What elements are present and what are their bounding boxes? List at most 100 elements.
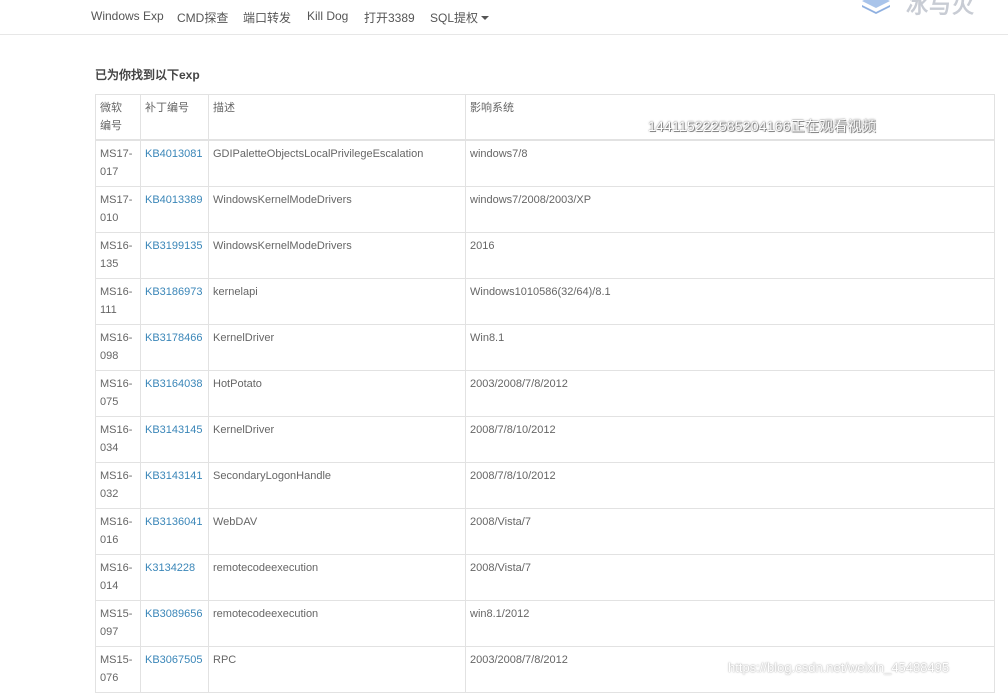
affected-systems-cell: Windows1010586(32/64)/8.1 — [465, 278, 995, 325]
description-cell: WindowsKernelModeDrivers — [208, 232, 466, 279]
ms-bulletin-cell: MS16-111MS16-111 — [95, 278, 141, 325]
ms-bulletin-cell: MS15-097MS15-097 — [95, 600, 141, 647]
description-cell: remotecodeexecution — [208, 554, 466, 601]
description-cell: HotPotato — [208, 370, 466, 417]
ms-bulletin-cell: MS16-014MS16-014 — [95, 554, 141, 601]
kb-patch-link[interactable]: KB3143141 — [145, 470, 203, 482]
table-row: MS16-111MS16-111KB3186973kernelapiWindow… — [95, 278, 995, 325]
ms-bulletin-cell: MS16-075MS16-075 — [95, 370, 141, 417]
kb-patch-link[interactable]: KB3199135 — [145, 240, 203, 252]
ms-bulletin-cell: MS17-017MS17-017 — [95, 139, 141, 187]
table-body: MS17-017MS17-017KB4013081GDIPaletteObjec… — [95, 139, 995, 693]
affected-systems-cell: 2016 — [465, 232, 995, 279]
description-cell: KernelDriver — [208, 416, 466, 463]
ms-bulletin-cell: MS15-076MS15-076 — [95, 646, 141, 693]
kb-cell: KB3199135 — [140, 232, 209, 279]
ms-bulletin-line: MS16- — [100, 378, 133, 390]
description-cell: kernelapi — [208, 278, 466, 325]
ms-bulletin-line: 014 — [100, 580, 119, 592]
affected-systems-cell: windows7/2008/2003/XP — [465, 186, 995, 233]
affected-systems-cell: 2008/7/8/10/2012 — [465, 416, 995, 463]
table-row: MS16-016MS16-016 KB3136041 WebDAV2008/Vist… — [95, 508, 995, 555]
kb-patch-link[interactable]: KB3067505 — [145, 654, 203, 666]
ms-bulletin-line: MS17- — [100, 148, 133, 160]
table-row: MS16-135MS16-135 KB3199135 WindowsKernelMo… — [95, 232, 995, 279]
kb-cell: KB3186973 — [140, 278, 209, 325]
header-patch-number: 补丁编号 — [140, 94, 209, 141]
ms-bulletin-line: 010 — [100, 212, 119, 224]
ms-bulletin-line: MS15- — [100, 654, 133, 666]
table-row: MS17-017MS17-017KB4013081GDIPaletteObjec… — [95, 139, 995, 187]
ms-bulletin-line: 034 — [100, 442, 119, 454]
ms-bulletin-line: MS15- — [100, 608, 133, 620]
ms-bulletin-line: MS16- — [100, 562, 133, 574]
kb-patch-link[interactable]: KB3136041 — [145, 516, 203, 528]
ms-bulletin-line: 097 — [100, 626, 119, 638]
exp-results-table: 微软编号 补丁编号 描述 影响系统 MS17-017MS17-017KB4013… — [95, 94, 995, 693]
viewer-watermark: 144115222585204166正在观看视频 — [648, 118, 876, 134]
ms-bulletin-cell: MS16-032MS16-032 — [95, 462, 141, 509]
nav-sql-label: SQL提权 — [430, 11, 479, 25]
kb-cell: KB3143145 — [140, 416, 209, 463]
ms-bulletin-line: MS16- — [100, 240, 133, 252]
kb-patch-link[interactable]: KB4013389 — [145, 194, 203, 206]
ms-bulletin-line: 111 — [100, 304, 117, 316]
nav-open-3389[interactable]: 打开3389 — [364, 9, 415, 26]
header-ms-line: 微软 — [100, 102, 122, 114]
ms-bulletin-cell: MS16-034MS16-034 — [95, 416, 141, 463]
kb-patch-link[interactable]: KB4013081 — [145, 148, 203, 160]
kb-cell: KB3089656 — [140, 600, 209, 647]
ms-bulletin-line: MS16- — [100, 470, 133, 482]
ms-bulletin-line: MS16- — [100, 286, 133, 298]
affected-systems-cell: windows7/8 — [465, 139, 995, 187]
results-heading: 已为你找到以下exp — [95, 68, 200, 82]
kb-cell: KB4013081 — [140, 139, 209, 187]
brand-logo-text: 冰与火 — [906, 0, 976, 18]
description-cell: RPC — [208, 646, 466, 693]
ms-bulletin-line: 075 — [100, 396, 119, 408]
table-row: MS15-097MS15-097KB3089656remotecodeexecu… — [95, 600, 995, 647]
description-cell: SecondaryLogonHandle — [208, 462, 466, 509]
affected-systems-cell: 2003/2008/7/8/2012 — [465, 370, 995, 417]
kb-patch-link[interactable]: KB3186973 — [145, 286, 203, 298]
description-cell: WindowsKernelModeDrivers — [208, 186, 466, 233]
nav-cmd-probe[interactable]: CMD探查 — [177, 9, 228, 26]
description-cell: GDIPaletteObjectsLocalPrivilegeEscalatio… — [208, 139, 466, 187]
top-navbar: Windows Exp CMD探查 端口转发 Kill Dog 打开3389 S… — [0, 0, 1008, 35]
kb-cell: K3134228 — [140, 554, 209, 601]
table-row: MS16-032MS16-032KB3143141SecondaryLogonH… — [95, 462, 995, 509]
ms-bulletin-line: MS16- — [100, 516, 133, 528]
ms-bulletin-line: 032 — [100, 488, 119, 500]
description-cell: WebDAV — [208, 508, 466, 555]
nav-port-forward[interactable]: 端口转发 — [243, 9, 291, 26]
kb-patch-link[interactable]: KB3164038 — [145, 378, 203, 390]
affected-systems-cell: 2008/7/8/10/2012 — [465, 462, 995, 509]
kb-patch-link[interactable]: KB3089656 — [145, 608, 203, 620]
affected-systems-cell: 2008/Vista/7 — [465, 508, 995, 555]
nav-windows-exp[interactable]: Windows Exp — [91, 9, 164, 23]
affected-systems-cell: Win8.1 — [465, 324, 995, 371]
ms-bulletin-cell: MS16-135MS16-135 — [95, 232, 141, 279]
blog-url-watermark: https://blog.csdn.net/weixin_45488495 — [728, 660, 950, 675]
kb-cell: KB3178466 — [140, 324, 209, 371]
affected-systems-cell: 2008/Vista/7 — [465, 554, 995, 601]
stacked-layers-icon — [862, 0, 890, 14]
header-description: 描述 — [208, 94, 466, 141]
ms-bulletin-cell: MS16-098MS16-098 — [95, 324, 141, 371]
description-cell: KernelDriver — [208, 324, 466, 371]
header-ms-line: 编号 — [100, 120, 122, 132]
header-ms-number: 微软 编号 — [95, 94, 141, 141]
affected-systems-cell: win8.1/2012 — [465, 600, 995, 647]
nav-kill-dog[interactable]: Kill Dog — [307, 9, 348, 23]
ms-bulletin-line: MS16- — [100, 332, 133, 344]
ms-bulletin-cell: MS16-016MS16-016 — [95, 508, 141, 555]
nav-sql-privesc-dropdown[interactable]: SQL提权 — [430, 9, 490, 26]
kb-patch-link[interactable]: K3134228 — [145, 562, 195, 574]
caret-down-icon — [481, 16, 490, 20]
kb-patch-link[interactable]: KB3178466 — [145, 332, 203, 344]
brand-logo[interactable]: 冰与火 — [848, 0, 998, 18]
kb-cell: KB3136041 — [140, 508, 209, 555]
ms-bulletin-line: MS16- — [100, 424, 133, 436]
kb-patch-link[interactable]: KB3143145 — [145, 424, 203, 436]
ms-bulletin-line: 017 — [100, 166, 119, 178]
